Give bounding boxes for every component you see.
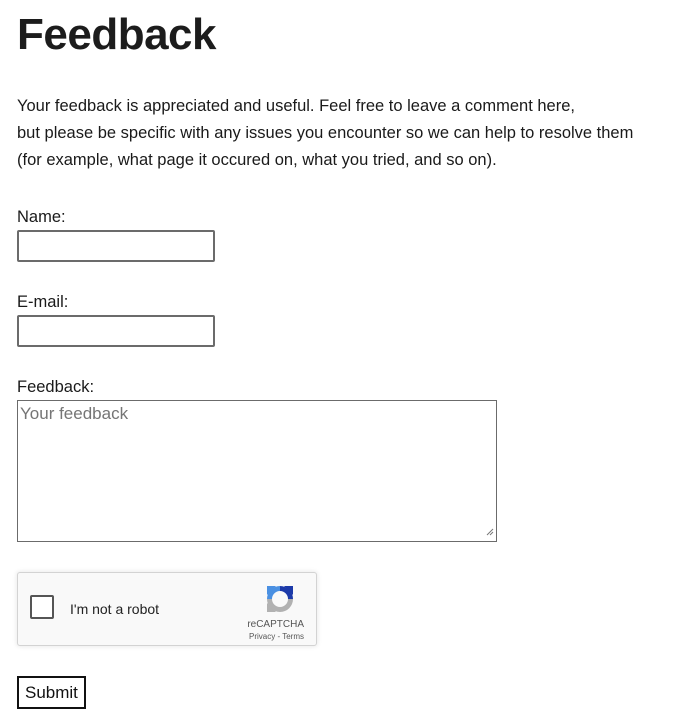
recaptcha-brand: reCAPTCHA — [247, 619, 304, 630]
intro-text: Your feedback is appreciated and useful.… — [17, 93, 687, 174]
intro-line: (for example, what page it occured on, w… — [17, 151, 497, 169]
privacy-link[interactable]: Privacy — [249, 632, 275, 641]
submit-button[interactable]: Submit — [17, 676, 86, 709]
page-title: Feedback — [17, 10, 216, 59]
email-label: E-mail: — [17, 293, 69, 311]
recaptcha-checkbox[interactable] — [30, 595, 54, 619]
recaptcha-logo-icon — [267, 586, 293, 612]
terms-link[interactable]: Terms — [282, 632, 304, 641]
intro-line: but please be specific with any issues y… — [17, 124, 634, 142]
feedback-label: Feedback: — [17, 378, 95, 396]
recaptcha-widget: I'm not a robot reCAPTCHA Privacy - Term… — [17, 572, 317, 646]
feedback-textarea[interactable] — [17, 400, 497, 542]
resize-handle-icon[interactable] — [486, 528, 494, 536]
recaptcha-links: Privacy - Terms — [18, 632, 304, 641]
name-label: Name: — [17, 208, 66, 226]
recaptcha-checkbox-label: I'm not a robot — [70, 601, 160, 617]
intro-line: Your feedback is appreciated and useful.… — [17, 97, 575, 115]
email-input[interactable] — [17, 315, 215, 347]
name-input[interactable] — [17, 230, 215, 262]
